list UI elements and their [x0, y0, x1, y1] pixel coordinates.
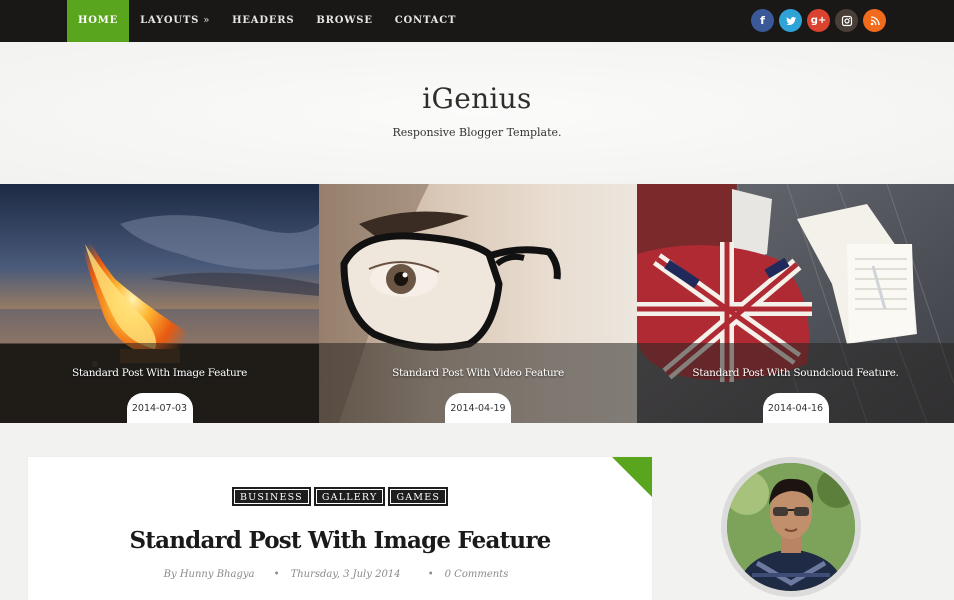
slide-title[interactable]: Standard Post With Video Feature: [319, 367, 637, 379]
facebook-glyph: f: [760, 14, 765, 27]
featured-slide[interactable]: Standard Post With Soundcloud Feature. 2…: [637, 184, 954, 423]
post-author[interactable]: By Hunny Bhagya: [164, 569, 255, 580]
nav-item-label: HOME: [78, 15, 119, 26]
featured-slider: Standard Post With Image Feature 2014-07…: [0, 184, 954, 423]
post-date: Thursday, 3 July 2014: [290, 569, 401, 580]
tag-games[interactable]: GAMES: [388, 487, 449, 506]
slide-date-badge: 2014-04-16: [762, 393, 829, 423]
tag-business[interactable]: BUSINESS: [231, 487, 311, 506]
post-meta: By Hunny Bhagya • Thursday, 3 July 2014 •…: [28, 569, 652, 580]
nav-item-home[interactable]: HOME: [67, 0, 130, 42]
instagram-camera-glyph: [841, 15, 852, 26]
slide-title[interactable]: Standard Post With Soundcloud Feature.: [637, 367, 954, 379]
nav-item-layouts[interactable]: LAYOUTS»: [129, 0, 221, 42]
google-plus-glyph: g+: [810, 15, 827, 26]
instagram-icon[interactable]: [835, 9, 858, 32]
submenu-arrow-icon: »: [203, 15, 211, 26]
bullet-icon: •: [273, 569, 280, 580]
rss-icon[interactable]: [863, 9, 886, 32]
post-title[interactable]: Standard Post With Image Feature: [28, 527, 652, 554]
author-portrait-image: [727, 463, 855, 591]
rss-feed-glyph: [870, 15, 880, 25]
bullet-icon: •: [427, 569, 434, 580]
top-navigation-bar: HOME LAYOUTS» HEADERS BROWSE CONTACT f g…: [0, 0, 954, 42]
post-card: BUSINESS GALLERY GAMES Standard Post Wit…: [28, 457, 652, 600]
post-comments[interactable]: 0 Comments: [445, 569, 509, 580]
twitter-icon[interactable]: [779, 9, 802, 32]
tag-gallery[interactable]: GALLERY: [313, 487, 386, 506]
nav-item-contact[interactable]: CONTACT: [384, 0, 467, 42]
nav-item-label: LAYOUTS: [140, 15, 200, 26]
twitter-bird-glyph: [785, 16, 796, 25]
site-description: Responsive Blogger Template.: [392, 126, 562, 139]
nav-item-label: HEADERS: [232, 15, 295, 26]
featured-slide[interactable]: Standard Post With Image Feature 2014-07…: [0, 184, 319, 423]
nav-item-browse[interactable]: BROWSE: [305, 0, 383, 42]
author-avatar[interactable]: [721, 457, 861, 597]
featured-slide[interactable]: Standard Post With Video Feature 2014-04…: [319, 184, 637, 423]
slide-date-badge: 2014-04-19: [445, 393, 511, 423]
social-links: f g+: [751, 9, 886, 32]
nav-item-label: BROWSE: [316, 15, 373, 26]
avatar-photo: [727, 463, 855, 591]
facebook-icon[interactable]: f: [751, 9, 774, 32]
slide-title[interactable]: Standard Post With Image Feature: [0, 367, 319, 379]
google-plus-icon[interactable]: g+: [807, 9, 830, 32]
site-header: iGenius Responsive Blogger Template.: [0, 42, 954, 184]
nav-item-label: CONTACT: [394, 15, 457, 26]
slide-date-badge: 2014-07-03: [126, 393, 193, 423]
post-tags: BUSINESS GALLERY GAMES: [28, 487, 652, 506]
main-menu: HOME LAYOUTS» HEADERS BROWSE CONTACT: [67, 0, 467, 42]
nav-item-headers[interactable]: HEADERS: [221, 0, 305, 42]
site-title[interactable]: iGenius: [0, 82, 954, 115]
